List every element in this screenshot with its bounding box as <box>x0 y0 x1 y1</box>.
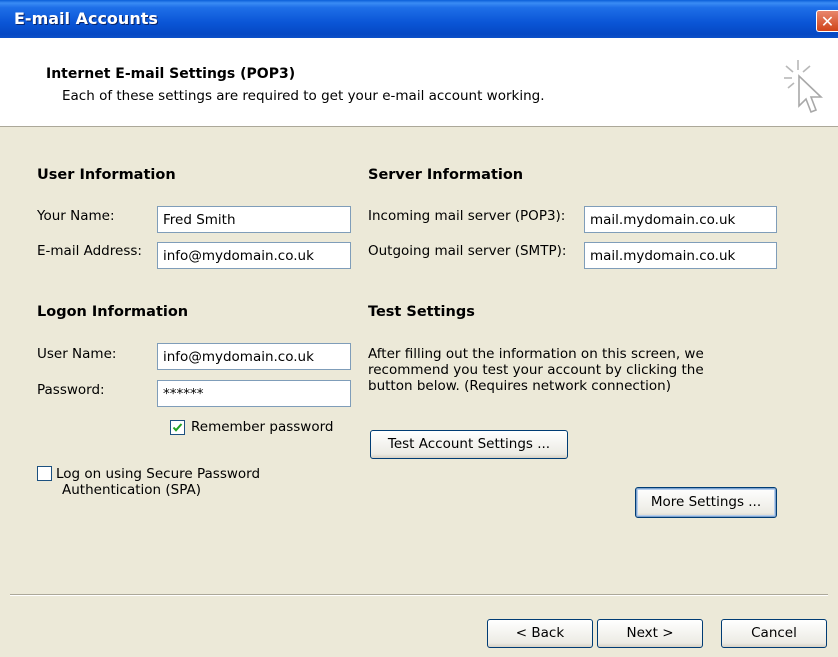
outgoing-server-input[interactable]: mail.mydomain.co.uk <box>584 242 777 269</box>
next-button[interactable]: Next > <box>597 619 703 648</box>
footer-separator <box>10 594 828 596</box>
email-address-input[interactable]: info@mydomain.co.uk <box>157 242 351 269</box>
title-bar: E-mail Accounts ✕ <box>0 0 838 38</box>
test-desc-line2: recommend you test your account by click… <box>368 362 704 378</box>
close-button[interactable]: ✕ <box>816 10 838 32</box>
cursor-sparkle-icon <box>784 60 823 114</box>
remember-password-checkbox[interactable] <box>170 420 185 435</box>
user-name-input[interactable]: info@mydomain.co.uk <box>157 343 351 370</box>
back-button[interactable]: < Back <box>487 619 593 648</box>
test-settings-description: After filling out the information on thi… <box>368 346 704 394</box>
your-name-label: Your Name: <box>37 208 115 224</box>
incoming-server-label: Incoming mail server (POP3): <box>368 208 566 224</box>
test-account-settings-button[interactable]: Test Account Settings ... <box>370 430 568 459</box>
test-desc-line3: button below. (Requires network connecti… <box>368 378 671 394</box>
your-name-input[interactable]: Fred Smith <box>157 206 351 233</box>
close-icon: ✕ <box>820 12 835 31</box>
page-subtitle: Each of these settings are required to g… <box>62 88 545 104</box>
test-settings-heading: Test Settings <box>368 304 475 320</box>
user-information-heading: User Information <box>37 167 176 183</box>
password-label: Password: <box>37 382 105 398</box>
window-title: E-mail Accounts <box>14 9 158 28</box>
outgoing-server-label: Outgoing mail server (SMTP): <box>368 243 567 259</box>
spa-label: Log on using Secure Password Authenticat… <box>56 466 260 498</box>
logon-information-heading: Logon Information <box>37 304 189 320</box>
user-name-label: User Name: <box>37 346 117 362</box>
wizard-header: Internet E-mail Settings (POP3) Each of … <box>0 38 838 127</box>
more-settings-button[interactable]: More Settings ... <box>635 487 777 518</box>
server-information-heading: Server Information <box>368 167 524 183</box>
test-desc-line1: After filling out the information on thi… <box>368 346 704 362</box>
spa-checkbox[interactable] <box>37 466 52 481</box>
email-address-label: E-mail Address: <box>37 243 142 259</box>
remember-password-label: Remember password <box>191 419 334 435</box>
checkmark-icon <box>172 423 183 432</box>
cancel-button[interactable]: Cancel <box>721 619 827 648</box>
spa-label-line1: Log on using Secure Password <box>56 466 261 482</box>
incoming-server-input[interactable]: mail.mydomain.co.uk <box>584 206 777 233</box>
spa-label-line2: Authentication (SPA) <box>62 482 202 498</box>
password-input[interactable]: ****** <box>157 380 351 407</box>
page-title: Internet E-mail Settings (POP3) <box>46 66 296 82</box>
